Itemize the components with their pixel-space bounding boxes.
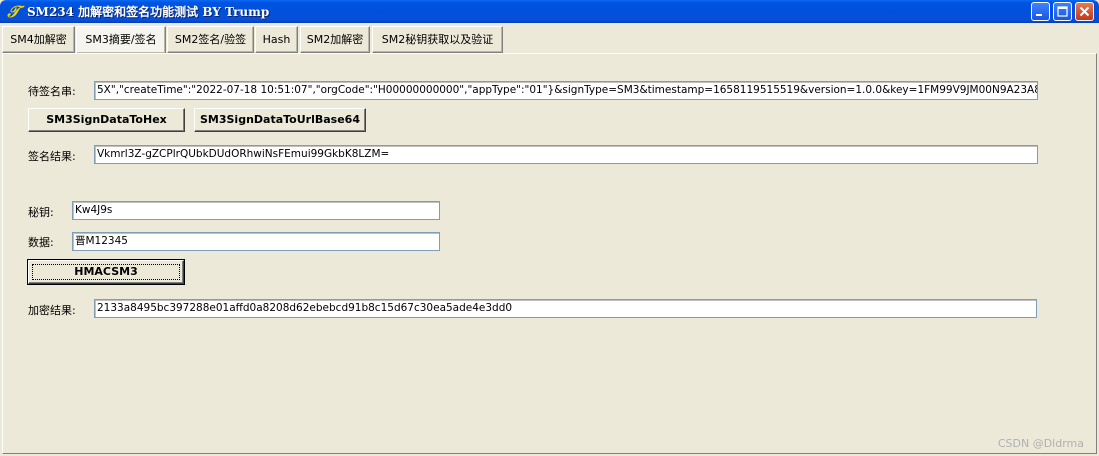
sign-result-label: 签名结果: (28, 150, 76, 163)
close-button[interactable] (1075, 2, 1094, 21)
tab-sm4[interactable]: SM4加解密 (2, 26, 75, 53)
tab-sm2-key[interactable]: SM2秘钥获取以及验证 (372, 26, 503, 53)
watermark: CSDN @Dldrma (997, 437, 1084, 450)
tab-sm2-sign[interactable]: SM2签名/验签 (167, 26, 254, 53)
close-icon (1079, 6, 1090, 17)
minimize-button[interactable] (1031, 2, 1050, 21)
tab-sm2-crypt[interactable]: SM2加解密 (300, 26, 370, 53)
minimize-icon (1036, 14, 1042, 16)
sign-string-input[interactable]: 5X","createTime":"2022-07-18 10:51:07","… (94, 81, 1038, 100)
encrypt-result-label: 加密结果: (28, 304, 76, 317)
data-input[interactable]: 晋M12345 (72, 232, 440, 251)
key-input[interactable]: Kw4J9s (72, 201, 440, 220)
key-label: 秘钥: (28, 206, 54, 219)
tab-hash[interactable]: Hash (255, 26, 298, 53)
maximize-icon (1057, 6, 1068, 17)
sm3-sign-base64-button[interactable]: SM3SignDataToUrlBase64 (194, 108, 366, 132)
title-bar[interactable]: 𝒯 SM234 加解密和签名功能测试 BY Trump (0, 0, 1099, 23)
sm3-sign-hex-button[interactable]: SM3SignDataToHex (28, 108, 185, 132)
encrypt-result-input[interactable]: 2133a8495bc397288e01affd0a8208d62ebebcd9… (94, 299, 1037, 318)
hmac-sm3-button[interactable]: HMACSM3 (27, 259, 185, 285)
data-label: 数据: (28, 236, 54, 249)
tab-sm3[interactable]: SM3摘要/签名 (76, 26, 166, 53)
app-logo-icon: 𝒯 (7, 2, 20, 21)
sign-result-input[interactable]: Vkmrl3Z-gZCPlrQUbkDUdORhwiNsFEmui99GkbK8… (94, 145, 1038, 164)
maximize-button[interactable] (1053, 2, 1072, 21)
sign-string-label: 待签名串: (28, 85, 76, 98)
window-title: SM234 加解密和签名功能测试 BY Trump (27, 5, 270, 19)
